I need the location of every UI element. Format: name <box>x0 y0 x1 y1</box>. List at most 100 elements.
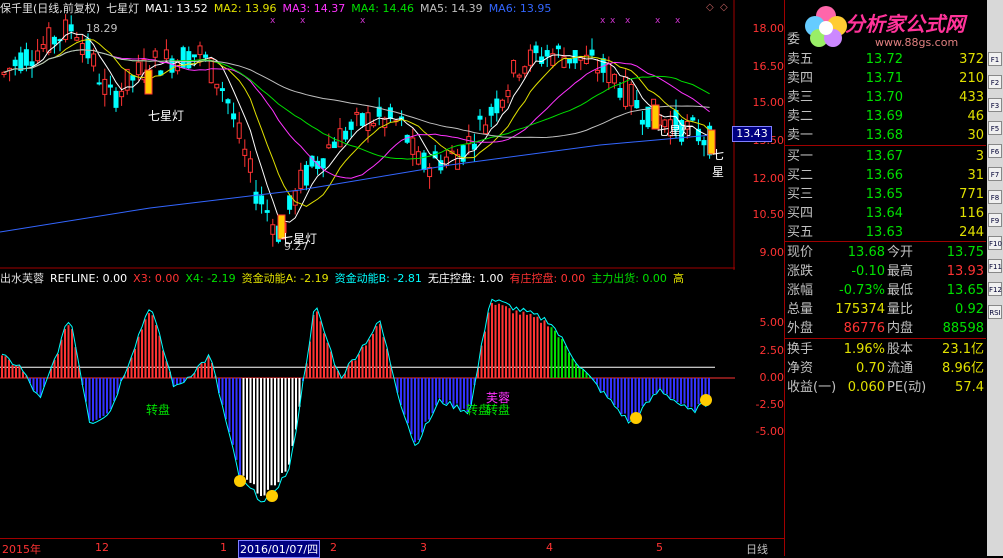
sell-price: 13.71 <box>865 71 903 86</box>
quote-label: 流通 <box>887 361 914 376</box>
buy-row[interactable]: 买四 13.64 116 <box>785 204 986 223</box>
quote-value: 13.93 <box>946 264 984 279</box>
quote-label: 股本 <box>887 342 914 357</box>
seven-star-label: 七星灯 <box>657 124 694 138</box>
toolbar-button[interactable]: F7 <box>988 167 1002 181</box>
toolbar-button[interactable]: F3 <box>988 98 1002 112</box>
quote-label: PE(动) <box>887 380 927 395</box>
toolbar-button[interactable]: F10 <box>988 236 1002 250</box>
quote-label: 净资 <box>787 361 814 376</box>
candle-body <box>12 59 18 67</box>
candle-body <box>191 54 197 58</box>
candle-body <box>505 90 511 98</box>
quote-value: 23.1亿 <box>942 342 984 357</box>
quote-row: 收益(一) 0.060 PE(动) 57.4 <box>785 378 986 397</box>
candle-body <box>645 106 651 128</box>
candle-body <box>163 49 169 60</box>
signal-marker: x <box>610 16 616 26</box>
signal-marker: x <box>360 16 366 26</box>
buy-volume: 116 <box>959 206 984 221</box>
quote-label: 换手 <box>787 342 814 357</box>
candle-body <box>287 195 293 210</box>
time-label: 1 <box>220 541 227 554</box>
candle-body <box>152 50 158 58</box>
toolbar-button[interactable]: F2 <box>988 75 1002 89</box>
buy-volume: 771 <box>959 187 984 202</box>
signal-marker: x <box>270 16 276 26</box>
sell-row[interactable]: 卖五 13.72 372 <box>785 50 986 69</box>
sell-price: 13.69 <box>865 109 903 124</box>
candle-body <box>102 78 108 95</box>
candle-body <box>253 191 259 204</box>
candle-body <box>119 90 125 98</box>
candlestick-chart[interactable]: xxxxxxxx <box>0 0 735 270</box>
sell-volume: 210 <box>959 71 984 86</box>
quote-value: 57.4 <box>955 380 984 395</box>
quote-label: 涨幅 <box>787 283 814 298</box>
logo-url: www.88gs.com <box>875 36 959 49</box>
quote-label: 涨跌 <box>787 264 814 279</box>
sell-row[interactable]: 卖四 13.71 210 <box>785 69 986 88</box>
candle-body <box>365 112 371 132</box>
chart-area[interactable]: 保千里(日线,前复权) 七星灯 MA1: 13.52 MA2: 13.96 MA3: 1… <box>0 0 784 556</box>
lotus-label: 芙蓉 <box>486 391 511 405</box>
toolbar-button[interactable]: F9 <box>988 213 1002 227</box>
seven-star-label: 七星 <box>712 148 725 179</box>
candle-body <box>35 50 41 62</box>
candle-body <box>555 45 561 50</box>
candle-body <box>113 90 119 108</box>
toolbar-button[interactable]: F5 <box>988 121 1002 135</box>
time-label: 4 <box>546 541 553 554</box>
sell-row[interactable]: 卖三 13.70 433 <box>785 88 986 107</box>
toolbar-button[interactable]: F12 <box>988 282 1002 296</box>
quote-row: 现价 13.68 今开 13.75 <box>785 243 986 262</box>
sell-row[interactable]: 卖二 13.69 46 <box>785 107 986 126</box>
price-tick: 18.00 <box>752 22 785 35</box>
sell-price: 13.70 <box>865 90 903 105</box>
buy-row[interactable]: 买五 13.63 244 <box>785 223 986 242</box>
candle-body <box>701 140 707 146</box>
sell-label: 卖二 <box>787 109 814 124</box>
site-logo: 分析家公式网 www.88gs.com <box>803 2 989 50</box>
candle-body <box>527 49 533 66</box>
quote-row: 外盘 86776 内盘 88598 <box>785 319 986 338</box>
buy-row[interactable]: 买一 13.67 3 <box>785 147 986 166</box>
indicator-header: 出水芙蓉 REFLINE: 0.00 X3: 0.00 X4: -2.19 资金动能A:… <box>0 270 690 286</box>
time-label: 12 <box>95 541 109 554</box>
candle-body <box>326 144 332 149</box>
main-out-value: 主力出货: 0.00 <box>591 272 667 285</box>
quote-value: 175374 <box>835 302 885 317</box>
fund-b-line <box>1 298 710 503</box>
indicator-chart[interactable] <box>0 286 735 538</box>
time-label: 2015年 <box>2 543 41 556</box>
sell-volume: 30 <box>967 128 984 143</box>
candle-body <box>483 124 489 135</box>
period-selector[interactable]: 日线 <box>746 541 768 557</box>
candle-body <box>18 52 24 71</box>
candle-body <box>79 43 85 56</box>
quote-value: 13.68 <box>847 245 885 260</box>
toolbar-button[interactable]: F6 <box>988 144 1002 158</box>
quote-row: 涨幅 -0.73% 最低 13.65 <box>785 281 986 300</box>
toolbar-button[interactable]: F8 <box>988 190 1002 204</box>
quote-label: 最低 <box>887 283 914 298</box>
sell-label: 卖三 <box>787 90 814 105</box>
candle-body <box>96 82 102 85</box>
signal-marker: x <box>600 16 606 26</box>
buy-label: 买二 <box>787 168 814 183</box>
candle-body <box>477 115 483 120</box>
indicator-tick: -5.00 <box>755 425 784 438</box>
quote-label: 总量 <box>787 302 814 317</box>
buy-price: 13.66 <box>865 168 903 183</box>
toolbar-button[interactable]: F11 <box>988 259 1002 273</box>
candle-body <box>40 43 46 49</box>
toolbar-button[interactable]: RSI <box>988 305 1002 319</box>
candle-body <box>354 111 360 115</box>
buy-row[interactable]: 买三 13.65 771 <box>785 185 986 204</box>
buy-row[interactable]: 买二 13.66 31 <box>785 166 986 185</box>
sell-row[interactable]: 卖一 13.68 30 <box>785 126 986 145</box>
candle-body <box>85 38 91 59</box>
quote-label: 外盘 <box>787 321 814 336</box>
candle-body <box>331 141 337 149</box>
toolbar-button[interactable]: F1 <box>988 52 1002 66</box>
